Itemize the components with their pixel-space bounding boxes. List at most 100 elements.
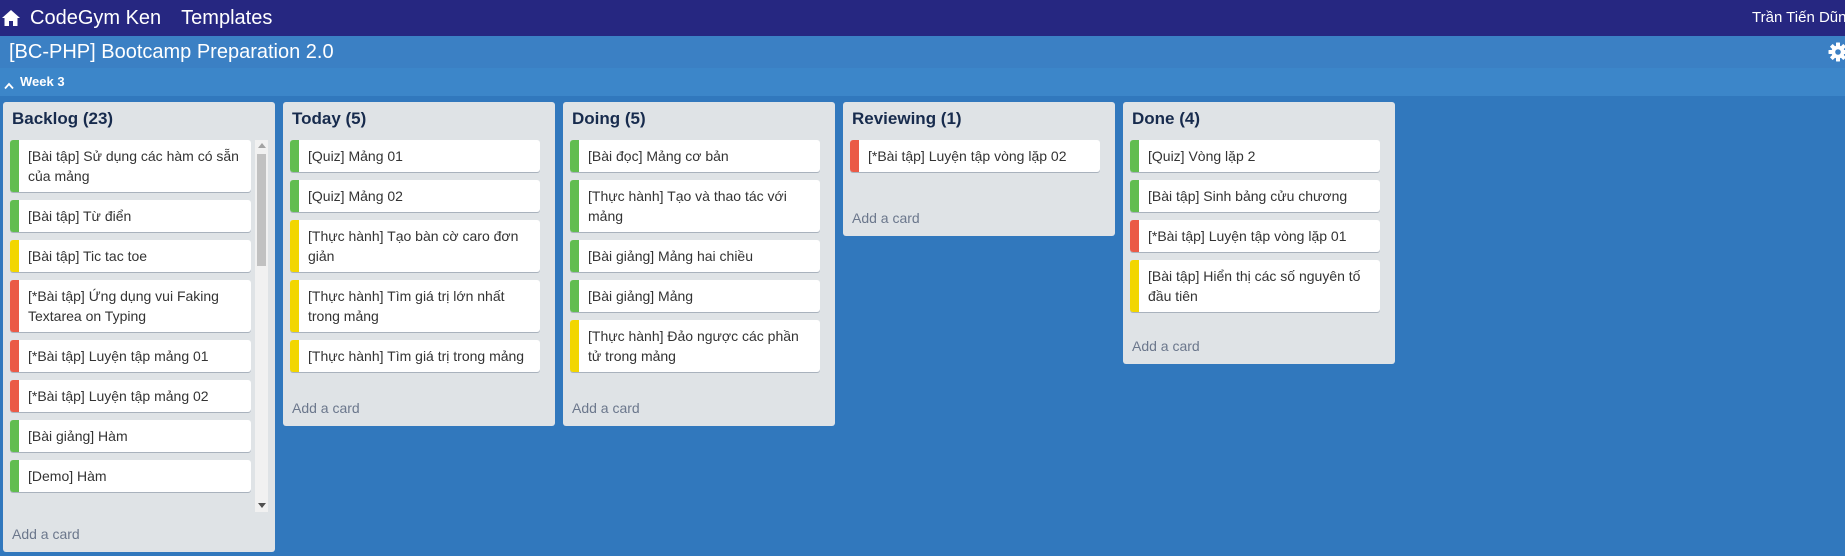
card-title: [Quiz] Vòng lặp 2 [1148, 148, 1256, 164]
week-label: Week 3 [20, 74, 65, 89]
list-card[interactable]: [*Bài tập] Luyện tập vòng lặp 01 [1130, 220, 1380, 252]
card-label [1130, 140, 1139, 172]
add-card-button[interactable]: Add a card [572, 400, 640, 416]
card-title: [*Bài tập] Luyện tập vòng lặp 01 [1148, 228, 1347, 244]
card-title: [*Bài tập] Luyện tập mảng 01 [28, 348, 209, 364]
card-label [1130, 260, 1139, 312]
list-title[interactable]: Reviewing (1) [852, 109, 962, 129]
card-title: [Bài tập] Sử dụng các hàm có sẵn của mản… [28, 148, 239, 184]
card-container: [Quiz] Vòng lặp 2 [Bài tập] Sinh bảng cử… [1130, 140, 1380, 320]
card-title: [Quiz] Mảng 02 [308, 188, 403, 204]
card-title: [Demo] Hàm [28, 468, 107, 484]
gear-icon[interactable] [1828, 42, 1845, 62]
list-card[interactable]: [*Bài tập] Ứng dụng vui Faking Textarea … [10, 280, 251, 332]
list-card[interactable]: [Bài tập] Hiển thị các số nguyên tố đầu … [1130, 260, 1380, 312]
card-label [290, 220, 299, 272]
brand-link[interactable]: CodeGym Ken [30, 7, 161, 30]
card-label [10, 240, 19, 272]
week-section-header[interactable]: Week 3 [0, 68, 1845, 96]
list-card[interactable]: [Thực hành] Tạo và thao tác với mảng [570, 180, 820, 232]
card-title: [Bài giảng] Mảng hai chiều [588, 248, 753, 264]
list-card[interactable]: [*Bài tập] Luyện tập vòng lặp 02 [850, 140, 1100, 172]
card-label [570, 280, 579, 312]
add-card-button[interactable]: Add a card [1132, 338, 1200, 354]
card-title: [Quiz] Mảng 01 [308, 148, 403, 164]
list-card[interactable]: [*Bài tập] Luyện tập mảng 02 [10, 380, 251, 412]
scroll-down-arrow-icon[interactable] [258, 503, 266, 508]
add-card-button[interactable]: Add a card [852, 210, 920, 226]
list-card[interactable]: [Bài giảng] Hàm [10, 420, 251, 452]
list-done: Done (4) [Quiz] Vòng lặp 2 [Bài tập] Sin… [1123, 102, 1395, 364]
card-container: [Quiz] Mảng 01 [Quiz] Mảng 02 [Thực hành… [290, 140, 540, 380]
card-container: [*Bài tập] Luyện tập vòng lặp 02 [850, 140, 1100, 180]
add-card-button[interactable]: Add a card [292, 400, 360, 416]
card-title: [Thực hành] Đảo ngược các phần tử trong … [588, 328, 799, 364]
list-card[interactable]: [Bài giảng] Mảng hai chiều [570, 240, 820, 272]
card-label [570, 320, 579, 372]
list-card[interactable]: [Demo] Hàm [10, 460, 251, 492]
card-label [10, 460, 19, 492]
user-name[interactable]: Trần Tiến Dũng [1752, 9, 1845, 26]
board-title[interactable]: [BC-PHP] Bootcamp Preparation 2.0 [9, 41, 334, 64]
scrollbar-thumb[interactable] [257, 154, 266, 266]
card-title: [Bài giảng] Hàm [28, 428, 128, 444]
card-label [290, 140, 299, 172]
list-card[interactable]: [*Bài tập] Luyện tập mảng 01 [10, 340, 251, 372]
card-label [290, 340, 299, 372]
card-title: [Thực hành] Tìm giá trị lớn nhất trong m… [308, 288, 505, 324]
list-title[interactable]: Today (5) [292, 109, 366, 129]
chevron-up-icon[interactable] [4, 77, 14, 90]
card-label [10, 380, 19, 412]
card-title: [Bài tập] Sinh bảng cửu chương [1148, 188, 1348, 204]
card-title: [*Bài tập] Luyện tập vòng lặp 02 [868, 148, 1067, 164]
list-card[interactable]: [Bài tập] Tic tac toe [10, 240, 251, 272]
card-title: [Bài tập] Từ điển [28, 208, 132, 224]
list-card[interactable]: [Bài đọc] Mảng cơ bản [570, 140, 820, 172]
templates-link[interactable]: Templates [181, 7, 272, 30]
list-card[interactable]: [Quiz] Vòng lặp 2 [1130, 140, 1380, 172]
card-title: [*Bài tập] Luyện tập mảng 02 [28, 388, 209, 404]
card-label [290, 280, 299, 332]
card-title: [Bài tập] Hiển thị các số nguyên tố đầu … [1148, 268, 1361, 304]
card-label [570, 140, 579, 172]
list-card[interactable]: [Quiz] Mảng 01 [290, 140, 540, 172]
card-label [570, 240, 579, 272]
list-card[interactable]: [Bài tập] Từ điển [10, 200, 251, 232]
list-card[interactable]: [Quiz] Mảng 02 [290, 180, 540, 212]
add-card-button[interactable]: Add a card [12, 526, 80, 542]
card-label [1130, 180, 1139, 212]
card-title: [Thực hành] Tạo và thao tác với mảng [588, 188, 787, 224]
card-title: [Bài đọc] Mảng cơ bản [588, 148, 729, 164]
list-scrollbar[interactable] [255, 140, 268, 512]
card-label [290, 180, 299, 212]
card-title: [*Bài tập] Ứng dụng vui Faking Textarea … [28, 288, 219, 324]
list-backlog: Backlog (23) [Bài tập] Sử dụng các hàm c… [3, 102, 275, 552]
list-card[interactable]: [Bài giảng] Mảng [570, 280, 820, 312]
card-label [570, 180, 579, 232]
list-title[interactable]: Doing (5) [572, 109, 646, 129]
card-container: [Bài đọc] Mảng cơ bản [Thực hành] Tạo và… [570, 140, 820, 380]
list-doing: Doing (5) [Bài đọc] Mảng cơ bản [Thực hà… [563, 102, 835, 426]
card-label [10, 200, 19, 232]
list-card[interactable]: [Thực hành] Đảo ngược các phần tử trong … [570, 320, 820, 372]
top-navbar: CodeGym Ken Templates Trần Tiến Dũng [0, 0, 1845, 36]
list-card[interactable]: [Thực hành] Tạo bàn cờ caro đơn giản [290, 220, 540, 272]
list-title[interactable]: Done (4) [1132, 109, 1200, 129]
card-label [10, 340, 19, 372]
list-today: Today (5) [Quiz] Mảng 01 [Quiz] Mảng 02 … [283, 102, 555, 426]
list-card[interactable]: [Bài tập] Sinh bảng cửu chương [1130, 180, 1380, 212]
list-card[interactable]: [Thực hành] Tìm giá trị lớn nhất trong m… [290, 280, 540, 332]
card-title: [Bài tập] Tic tac toe [28, 248, 148, 264]
list-card[interactable]: [Bài tập] Sử dụng các hàm có sẵn của mản… [10, 140, 251, 192]
list-title[interactable]: Backlog (23) [12, 109, 113, 129]
board-header: [BC-PHP] Bootcamp Preparation 2.0 [0, 36, 1845, 68]
scroll-up-arrow-icon[interactable] [258, 143, 266, 148]
card-label [850, 140, 859, 172]
list-reviewing: Reviewing (1) [*Bài tập] Luyện tập vòng … [843, 102, 1115, 236]
list-card[interactable]: [Thực hành] Tìm giá trị trong mảng [290, 340, 540, 372]
card-label [10, 140, 19, 192]
card-label [10, 420, 19, 452]
card-title: [Bài giảng] Mảng [588, 288, 694, 304]
card-label [10, 280, 19, 332]
home-icon[interactable] [0, 7, 22, 29]
